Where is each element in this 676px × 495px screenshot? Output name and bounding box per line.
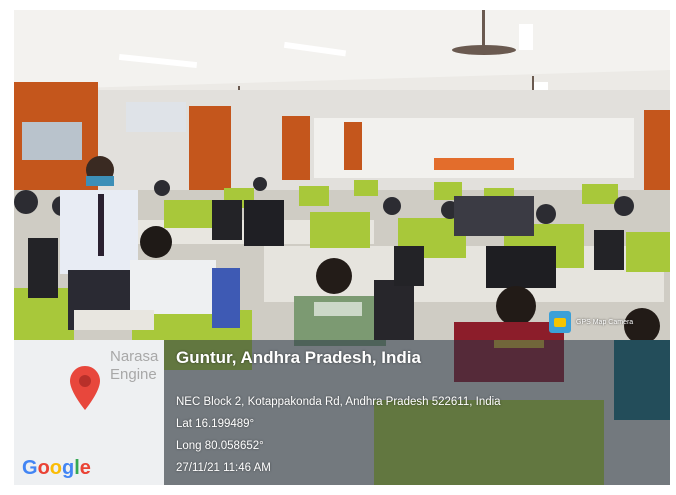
location-title: Guntur, Andhra Pradesh, India (176, 348, 421, 367)
photo-frame: Narasa Engine Google Guntur, Andhra Prad… (0, 0, 676, 495)
google-logo: Google (22, 457, 91, 479)
map-thumbnail: Narasa Engine Google (14, 340, 164, 485)
gps-info-overlay: Guntur, Andhra Pradesh, India NEC Block … (164, 340, 670, 485)
map-place-label: Narasa Engine (110, 348, 158, 384)
longitude-line: Long 80.058652° (176, 440, 264, 452)
map-place-label-line: Narasa (110, 348, 159, 365)
latitude-line: Lat 16.199489° (176, 418, 255, 430)
map-place-label-line: Engine (110, 366, 157, 383)
datetime-line: 27/11/21 11:46 AM (176, 462, 271, 474)
gps-camera-icon (549, 311, 571, 333)
gps-camera-label: GPS Map Camera (576, 318, 634, 326)
lab-photo: Narasa Engine Google Guntur, Andhra Prad… (14, 10, 670, 485)
address-line: NEC Block 2, Kotappakonda Rd, Andhra Pra… (176, 396, 501, 408)
location-pin-icon (70, 366, 100, 410)
gps-camera-badge: GPS Map Camera (549, 310, 633, 334)
